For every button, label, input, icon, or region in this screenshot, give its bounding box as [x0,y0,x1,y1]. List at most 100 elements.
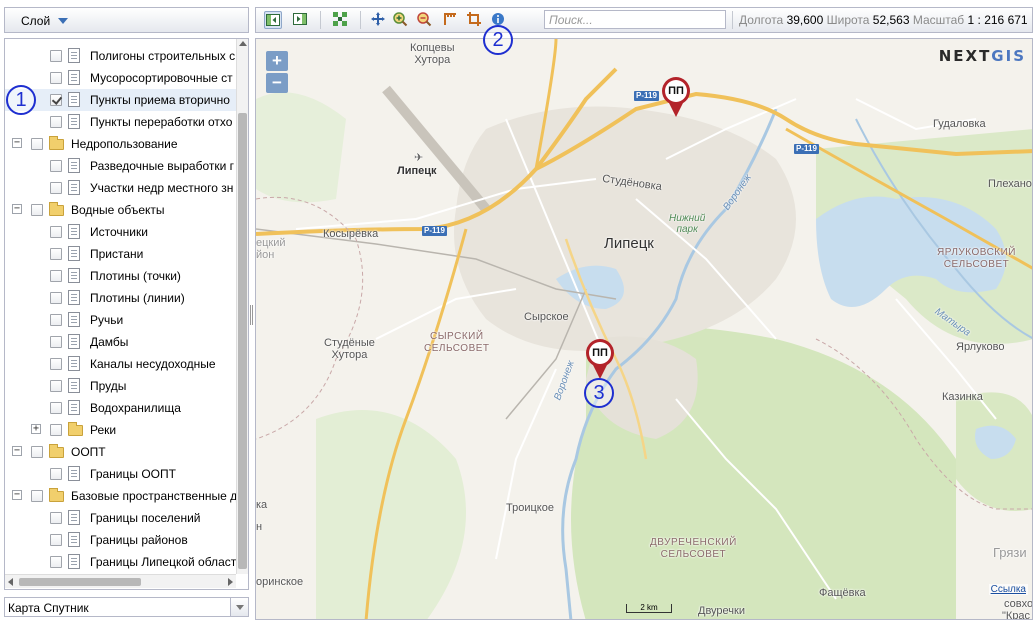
layer-checkbox[interactable] [50,182,62,194]
layer-checkbox[interactable] [50,314,62,326]
map-marker-recycling-point[interactable]: ПП [586,339,614,379]
layer-checkbox[interactable] [50,512,62,524]
layer-checkbox[interactable] [50,248,62,260]
layer-menu-button[interactable]: Слой [4,7,249,33]
layer-group-base-spatial[interactable]: − Базовые пространственные д [5,485,237,507]
layer-icon [68,246,80,261]
zoom-in-tool-icon[interactable] [392,11,410,29]
layer-checkbox[interactable] [50,226,62,238]
collapse-toggle[interactable]: − [12,138,22,148]
collapse-toggle[interactable]: − [12,446,22,456]
layer-row-streams[interactable]: Ручьи [5,309,236,331]
layer-icon [68,312,80,327]
measure-icon[interactable] [442,11,460,29]
layer-checkbox[interactable] [50,402,62,414]
expand-toggle[interactable]: + [31,424,41,434]
collapse-toggle[interactable]: − [12,204,22,214]
zoom-out-button[interactable]: − [266,73,288,93]
group-checkbox[interactable] [31,138,43,150]
collapse-toggle[interactable]: − [12,490,22,500]
zoom-prev-icon[interactable] [264,11,282,29]
attribution-link[interactable]: Ссылка [988,584,1028,595]
logo-text-rest: XT [965,47,992,65]
scrollbar-thumb[interactable] [19,578,141,586]
zoom-next-icon[interactable] [292,11,310,29]
layer-row-piers[interactable]: Пристани [5,243,236,265]
search-field[interactable] [544,10,726,29]
layer-group-oopt[interactable]: − ООПТ [5,441,236,463]
map-label: Троицкое [506,502,554,514]
panel-splitter-handle[interactable] [250,305,253,325]
layer-checkbox[interactable] [50,534,62,546]
map-label: Косырёвка [323,228,379,240]
layer-checkbox[interactable] [50,556,62,568]
layer-checkbox[interactable] [50,292,62,304]
layer-checkbox-checked[interactable] [50,94,62,106]
layer-icon [68,114,80,129]
crop-icon[interactable] [466,11,484,29]
tree-horizontal-scrollbar[interactable] [5,574,236,588]
scale-label: Масштаб [912,13,965,27]
layer-row-dams-lines[interactable]: Плотины (линии) [5,287,236,309]
layer-icon [68,532,80,547]
layer-row-levees[interactable]: Дамбы [5,331,236,353]
layer-row-waste-processing[interactable]: Пункты переработки отхо [5,111,236,133]
zoom-extent-icon[interactable] [332,11,350,29]
layer-row-dams-points[interactable]: Плотины (точки) [5,265,236,287]
layer-label: Мусоросортировочные ст [90,71,233,85]
group-checkbox[interactable] [50,424,62,436]
map-label: ДВУРЕЧЕНСКИЙ СЕЛЬСОВЕТ [650,537,737,560]
group-checkbox[interactable] [31,446,43,458]
layer-row-reservoirs[interactable]: Водохранилища [5,397,236,419]
group-checkbox[interactable] [31,490,43,502]
map-label: Ярлуково [956,341,1005,353]
layer-row-exploration[interactable]: Разведочные выработки г [5,155,236,177]
layer-row-construction-polygons[interactable]: Полигоны строительных с [5,45,236,67]
layer-row-canals[interactable]: Каналы несудоходные [5,353,236,375]
airport-icon: ✈ [414,152,424,164]
layer-group-rivers[interactable]: + Реки [5,419,236,441]
layer-checkbox[interactable] [50,358,62,370]
layer-row-springs[interactable]: Источники [5,221,236,243]
basemap-select[interactable]: Карта Спутник [4,597,249,617]
layer-group-water[interactable]: − Водные объекты [5,199,236,221]
map-marker-recycling-point[interactable]: ПП [662,77,690,117]
tree-vertical-scrollbar[interactable] [236,39,248,574]
layer-checkbox[interactable] [50,468,62,480]
layer-row-oopt-boundaries[interactable]: Границы ООПТ [5,463,236,485]
layer-row-waste-sorting[interactable]: Мусоросортировочные ст [5,67,236,89]
layer-row-subsoil-plots[interactable]: Участки недр местного зн [5,177,236,199]
scrollbar-thumb[interactable] [238,113,247,569]
layer-checkbox[interactable] [50,72,62,84]
layer-tree[interactable]: Полигоны строительных с Мусоросортировоч… [4,38,249,590]
layer-checkbox[interactable] [50,336,62,348]
layer-checkbox[interactable] [50,50,62,62]
layer-checkbox[interactable] [50,160,62,172]
group-label: ООПТ [71,445,106,459]
map-canvas[interactable]: Копцевы Хутора Липецк Гудаловка Плехано … [255,38,1033,620]
scroll-left-icon[interactable] [8,578,13,586]
pan-icon[interactable] [370,11,388,29]
layer-row-district-boundaries[interactable]: Границы районов [5,529,236,551]
zoom-in-button[interactable]: + [266,51,288,71]
lat-value: 52,563 [872,13,910,27]
layer-checkbox[interactable] [50,270,62,282]
layer-checkbox[interactable] [50,380,62,392]
layer-group-subsoil[interactable]: − Недропользование [5,133,236,155]
layer-checkbox[interactable] [50,116,62,128]
layer-row-ponds[interactable]: Пруды [5,375,236,397]
layer-icon [68,224,80,239]
layer-icon [68,92,80,107]
layer-row-recycling-points[interactable]: Пункты приема вторично [5,89,236,111]
chevron-down-icon[interactable] [230,598,248,616]
layer-row-settlement-boundaries[interactable]: Границы поселений [5,507,236,529]
annotation-callout-2: 2 [483,25,513,55]
search-input[interactable] [545,11,725,28]
group-checkbox[interactable] [31,204,43,216]
layer-row-region-boundaries[interactable]: Границы Липецкой област [5,551,236,573]
scroll-up-icon[interactable] [239,41,247,46]
scroll-right-icon[interactable] [228,578,233,586]
chevron-down-icon [58,18,68,24]
zoom-out-tool-icon[interactable] [416,11,434,29]
layer-label: Полигоны строительных с [90,49,236,63]
